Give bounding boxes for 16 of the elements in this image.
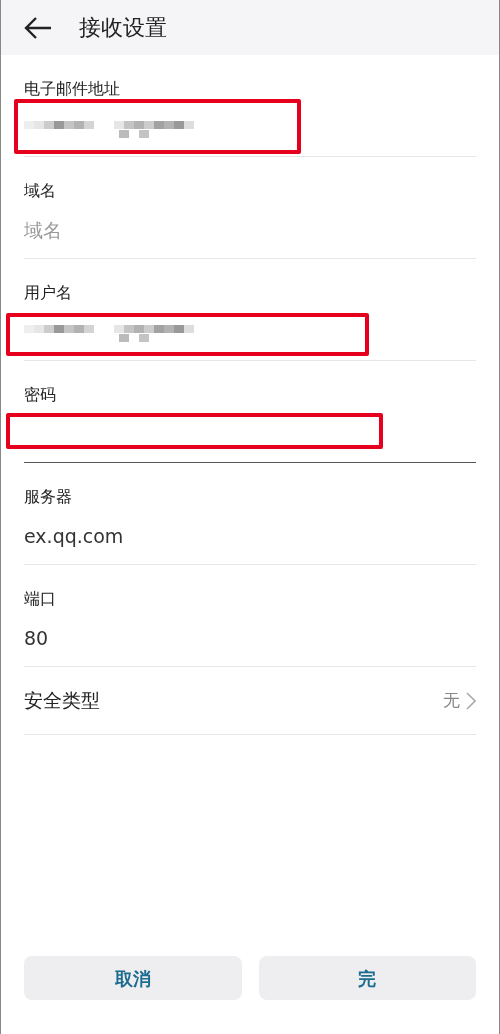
field-label: 端口 bbox=[24, 589, 56, 608]
field-label: 电子邮件地址 bbox=[24, 79, 120, 98]
security-type-row[interactable]: 安全类型 无 bbox=[24, 667, 476, 735]
field-label: 服务器 bbox=[24, 487, 72, 506]
field-label: 域名 bbox=[24, 181, 56, 200]
back-arrow-icon[interactable] bbox=[23, 15, 53, 40]
row-label: 安全类型 bbox=[24, 688, 100, 714]
page-title: 接收设置 bbox=[79, 14, 167, 42]
input-field[interactable]: 80 bbox=[24, 623, 49, 653]
input-field[interactable]: ex.qq.com bbox=[24, 521, 124, 551]
row-value: 无 bbox=[443, 688, 460, 712]
done-button[interactable]: 完 bbox=[258, 956, 476, 1000]
field-label: 用户名 bbox=[24, 283, 72, 302]
chevron-right-icon bbox=[466, 691, 476, 710]
field-label: 密码 bbox=[24, 385, 56, 404]
cancel-button[interactable]: 取消 bbox=[24, 956, 242, 1000]
